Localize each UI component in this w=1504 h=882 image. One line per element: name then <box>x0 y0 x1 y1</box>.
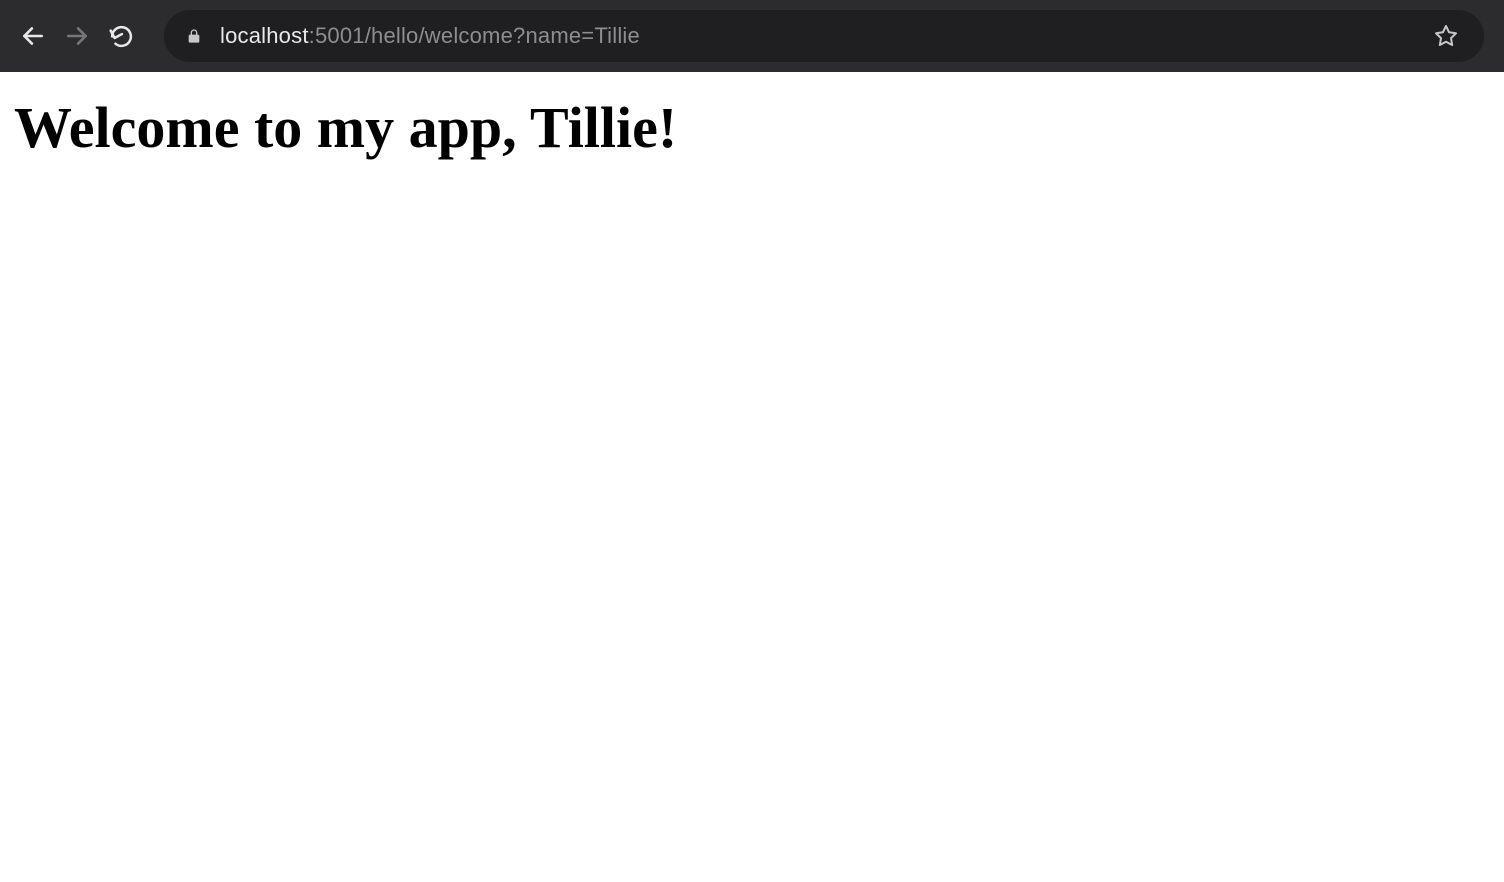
address-bar[interactable]: localhost:5001/hello/welcome?name=Tillie <box>164 10 1484 62</box>
bookmark-button[interactable] <box>1434 24 1462 48</box>
back-icon <box>20 23 46 49</box>
browser-toolbar: localhost:5001/hello/welcome?name=Tillie <box>0 0 1504 72</box>
page-content: Welcome to my app, Tillie! <box>0 72 1504 183</box>
reload-icon <box>109 24 134 49</box>
url-host: localhost <box>220 23 309 49</box>
back-button[interactable] <box>20 23 46 49</box>
nav-buttons <box>20 23 134 49</box>
reload-button[interactable] <box>108 23 134 49</box>
url-display: localhost:5001/hello/welcome?name=Tillie <box>220 23 640 49</box>
forward-icon <box>64 23 90 49</box>
page-heading: Welcome to my app, Tillie! <box>14 94 1490 161</box>
url-path: :5001/hello/welcome?name=Tillie <box>309 23 640 49</box>
star-icon <box>1434 24 1458 48</box>
forward-button[interactable] <box>64 23 90 49</box>
lock-icon <box>186 27 202 45</box>
